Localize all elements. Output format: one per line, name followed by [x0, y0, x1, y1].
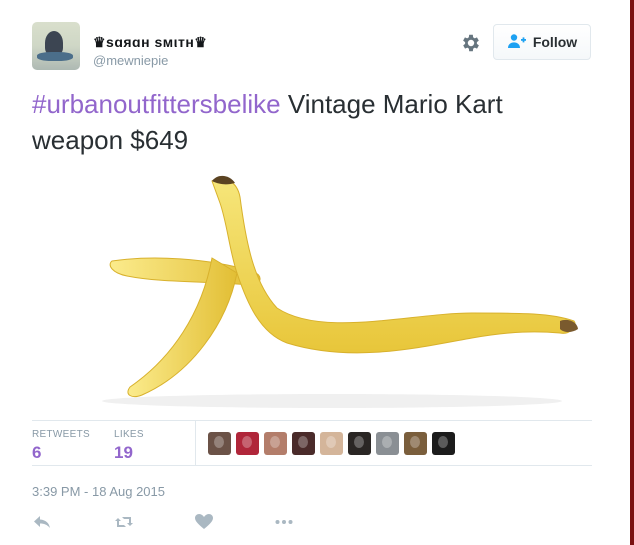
tweet-media-image[interactable]	[32, 163, 592, 415]
liker-avatar[interactable]	[264, 432, 287, 455]
right-edge-border	[630, 0, 634, 545]
likes-stat[interactable]: LIKES 19	[114, 429, 144, 463]
follow-button-label: Follow	[532, 34, 578, 50]
liker-avatar[interactable]	[208, 432, 231, 455]
likes-count: 19	[114, 443, 133, 462]
display-name[interactable]: ♛sɑяɑн sмιтн♛	[93, 34, 207, 51]
like-heart-icon[interactable]	[194, 512, 214, 532]
user-handle[interactable]: @mewniepie	[93, 53, 168, 68]
follow-person-plus-icon	[507, 33, 527, 52]
hashtag-link[interactable]: #urbanoutfittersbelike	[32, 89, 281, 119]
liker-avatars	[208, 432, 455, 455]
liker-avatar[interactable]	[236, 432, 259, 455]
tweet-text: #urbanoutfittersbelike Vintage Mario Kar…	[32, 86, 592, 158]
liker-avatar[interactable]	[404, 432, 427, 455]
more-dots-icon[interactable]	[274, 512, 294, 532]
stats-divider	[195, 421, 196, 466]
retweets-count: 6	[32, 443, 42, 462]
liker-avatar[interactable]	[292, 432, 315, 455]
tweet-timestamp[interactable]: 3:39 PM - 18 Aug 2015	[32, 484, 165, 499]
liker-avatar[interactable]	[320, 432, 343, 455]
retweet-icon[interactable]	[114, 512, 134, 532]
liker-avatar[interactable]	[348, 432, 371, 455]
gear-icon[interactable]	[460, 32, 482, 54]
avatar-legs	[37, 52, 73, 61]
retweets-stat[interactable]: RETWEETS 6	[32, 429, 90, 463]
retweets-label: RETWEETS	[32, 429, 90, 440]
follow-button[interactable]: Follow	[493, 24, 591, 60]
reply-icon[interactable]	[32, 512, 52, 532]
tweet-stats: RETWEETS 6 LIKES 19	[32, 420, 592, 466]
liker-avatar[interactable]	[432, 432, 455, 455]
avatar[interactable]	[32, 22, 80, 70]
banana-peel-illustration	[102, 175, 578, 408]
liker-avatar[interactable]	[376, 432, 399, 455]
likes-label: LIKES	[114, 429, 144, 440]
